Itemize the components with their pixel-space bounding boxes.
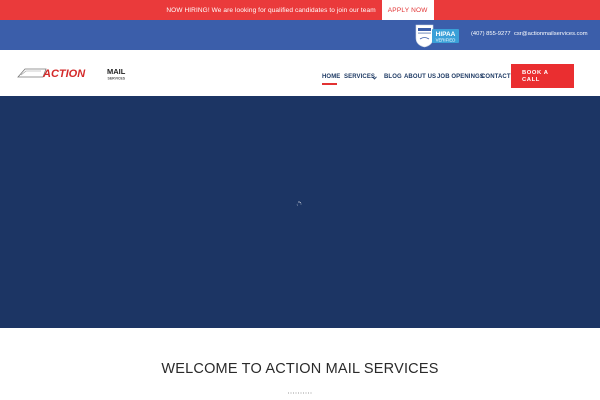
welcome-heading: WELCOME TO ACTION MAIL SERVICES	[161, 361, 439, 377]
book-a-call-line2: CALL	[522, 77, 540, 83]
hero-banner	[0, 96, 600, 328]
announcement-text: NOW HIRING! We are looking for qualified…	[166, 6, 376, 14]
hipaa-badge-sublabel: VERIFIED	[436, 38, 456, 43]
nav-active-underline	[322, 83, 337, 85]
nav-item-contact[interactable]: CONTACT	[481, 74, 511, 80]
dotted-divider	[288, 392, 312, 394]
chevron-down-icon[interactable]	[372, 75, 377, 80]
announcement-bar: NOW HIRING! We are looking for qualified…	[0, 0, 600, 20]
action-mail-services-logo[interactable]: ACTION MAIL SERVICES	[16, 65, 134, 81]
nav-item-blog[interactable]: BLOG	[384, 74, 402, 80]
loading-spinner-icon	[296, 201, 302, 206]
logo-accent-text: MAIL	[107, 67, 126, 76]
hipaa-verified-badge-icon: HIPAA VERIFIED	[415, 24, 459, 48]
email-link[interactable]: csr@actionmailservices.com	[514, 31, 588, 37]
nav-item-job-openings[interactable]: JOB OPENINGS	[437, 74, 484, 80]
logo-sub-text: SERVICES	[108, 76, 126, 80]
logo-main-text: ACTION	[42, 68, 86, 80]
nav-item-services[interactable]: SERVICES	[344, 74, 375, 80]
phone-link[interactable]: (407) 855-9277	[471, 31, 511, 37]
book-a-call-button[interactable]: BOOK A CALL	[511, 64, 574, 88]
nav-item-home[interactable]: HOME	[322, 74, 340, 80]
nav-item-about-us[interactable]: ABOUT US	[404, 74, 436, 80]
book-a-call-line1: BOOK A	[522, 70, 549, 76]
apply-now-button[interactable]: APPLY NOW	[381, 0, 434, 20]
